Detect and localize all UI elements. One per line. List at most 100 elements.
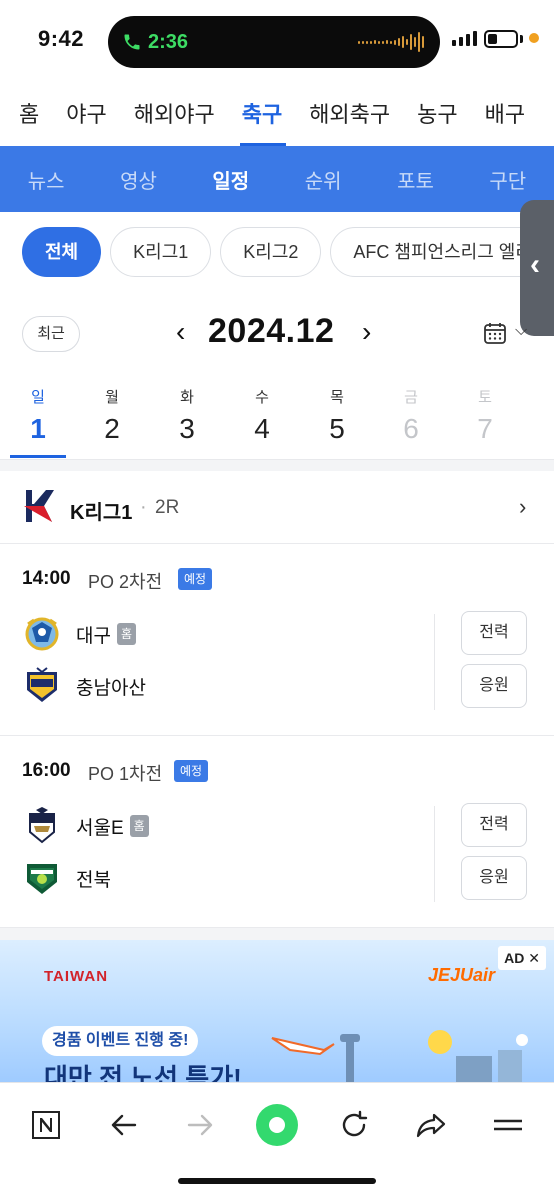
- match-time: 14:00: [22, 568, 71, 589]
- side-panel-handle[interactable]: ‹: [520, 200, 554, 336]
- match-card[interactable]: 14:00 PO 2차전 예정 대구 홈 충남아산 전력 응원: [0, 544, 554, 736]
- day-date: 4: [254, 413, 270, 444]
- cheer-button[interactable]: 응원: [461, 856, 527, 900]
- chevron-right-icon: ›: [519, 494, 527, 519]
- home-team[interactable]: 대구 홈: [22, 614, 137, 654]
- league-round: 2R: [155, 497, 180, 518]
- day-name: 화: [180, 389, 194, 406]
- match-time: 16:00: [22, 760, 71, 781]
- day-2[interactable]: 월2: [84, 386, 140, 445]
- chip-k-league-2[interactable]: K리그2: [220, 227, 322, 277]
- day-name: 월: [105, 389, 119, 406]
- section-divider: [0, 928, 554, 940]
- away-team[interactable]: 충남아산: [22, 666, 146, 706]
- privacy-indicator-icon: [529, 33, 539, 43]
- ad-brand-jejuair: JEJUair: [428, 965, 496, 985]
- day-4[interactable]: 수4: [234, 386, 290, 445]
- section-divider: [0, 459, 554, 471]
- status-time: 9:42: [38, 26, 85, 51]
- menu-icon[interactable]: [486, 1103, 530, 1147]
- prev-month-icon[interactable]: ‹: [176, 316, 185, 348]
- tab-world-baseball[interactable]: 해외야구: [115, 84, 215, 146]
- league-header[interactable]: K리그1 · 2R ›: [0, 472, 554, 544]
- ad-banner[interactable]: AD ✕ TAIWAN JEJUair 경품 이벤트 진행 중! 대만 전 노선…: [0, 940, 554, 1082]
- tab-home[interactable]: 홈: [0, 84, 39, 146]
- tab-basketball[interactable]: 농구: [398, 84, 457, 146]
- status-bar: 9:42 2:36: [0, 0, 554, 84]
- chip-all[interactable]: 전체: [22, 227, 102, 277]
- divider: [434, 806, 435, 902]
- day-name: 일: [31, 389, 45, 406]
- day-name: 목: [330, 389, 344, 406]
- subnav-clubs[interactable]: 구단: [489, 165, 526, 194]
- selected-day-indicator: [10, 455, 66, 458]
- dynamic-island[interactable]: 2:36: [108, 16, 440, 68]
- subnav-schedule[interactable]: 일정: [212, 165, 249, 194]
- home-team[interactable]: 서울E 홈: [22, 806, 149, 846]
- calendar-icon[interactable]: [483, 321, 507, 345]
- tab-world-football[interactable]: 해외축구: [290, 84, 390, 146]
- away-team[interactable]: 전북: [22, 858, 111, 898]
- recent-button[interactable]: 최근: [22, 316, 80, 352]
- chevron-down-icon[interactable]: ⌵: [515, 322, 527, 340]
- chip-k-league-1[interactable]: K리그1: [110, 227, 212, 277]
- day-date: 3: [179, 413, 195, 444]
- day-3[interactable]: 화3: [159, 386, 215, 445]
- analysis-button[interactable]: 전력: [461, 803, 527, 847]
- jeonbuk-logo-icon: [27, 864, 57, 894]
- call-timer: 2:36: [148, 30, 189, 53]
- ad-brand-taiwan: TAIWAN: [44, 968, 109, 985]
- match-card[interactable]: 16:00 PO 1차전 예정 서울E 홈 전북 전력 응원: [0, 736, 554, 928]
- battery-icon: [484, 30, 518, 48]
- audio-wave-icon: [358, 32, 424, 52]
- daegu-fc-logo-icon: [25, 617, 59, 651]
- team-name: 서울E: [76, 817, 124, 839]
- match-stage: PO 1차전: [88, 764, 163, 784]
- analysis-button[interactable]: 전력: [461, 611, 527, 655]
- subnav-news[interactable]: 뉴스: [28, 165, 65, 194]
- home-badge: 홈: [116, 623, 137, 645]
- call-indicator: 2:36: [122, 27, 188, 57]
- day-7[interactable]: 토7: [457, 386, 513, 445]
- cheer-button[interactable]: 응원: [461, 664, 527, 708]
- day-5[interactable]: 목5: [309, 386, 365, 445]
- ad-illustration: [271, 1030, 528, 1082]
- day-date: 5: [329, 413, 345, 444]
- status-badge: 예정: [174, 760, 209, 782]
- month-title: 2024.12: [208, 312, 335, 350]
- forward-icon[interactable]: [178, 1103, 222, 1147]
- back-icon[interactable]: [102, 1103, 146, 1147]
- signal-icon: [452, 30, 477, 46]
- ad-headline: 대만 전 노선 특가!: [44, 1063, 242, 1082]
- day-6[interactable]: 금6: [383, 386, 439, 445]
- tab-baseball[interactable]: 야구: [47, 84, 106, 146]
- subnav-video[interactable]: 영상: [120, 165, 157, 194]
- team-name: 대구: [76, 625, 111, 647]
- battery-cap: [520, 35, 523, 43]
- chevron-left-icon: ‹: [530, 248, 540, 281]
- status-badge: 예정: [178, 568, 213, 590]
- ad-promo-pill: 경품 이벤트 진행 중!: [42, 1026, 199, 1056]
- share-icon[interactable]: [409, 1103, 453, 1147]
- separator-dot: ·: [140, 496, 147, 518]
- divider: [434, 614, 435, 710]
- ad-close-button[interactable]: AD ✕: [498, 946, 546, 970]
- day-name: 금: [404, 389, 418, 406]
- home-indicator[interactable]: [178, 1178, 376, 1184]
- subnav-ranking[interactable]: 순위: [305, 165, 342, 194]
- day-1[interactable]: 일1: [10, 386, 66, 445]
- seoul-e-land-logo-icon: [29, 807, 55, 844]
- day-name: 토: [478, 389, 492, 406]
- phone-icon: [124, 34, 140, 50]
- refresh-icon[interactable]: [332, 1103, 376, 1147]
- day-date: 6: [403, 413, 419, 444]
- subnav-photo[interactable]: 포토: [397, 165, 434, 194]
- tab-volleyball[interactable]: 배구: [466, 84, 525, 146]
- next-month-icon[interactable]: ›: [362, 316, 371, 348]
- green-dot-icon[interactable]: [255, 1103, 299, 1147]
- tab-football[interactable]: 축구: [223, 84, 287, 146]
- naver-home-icon[interactable]: [24, 1103, 68, 1147]
- asan-fc-logo-icon: [27, 667, 57, 702]
- day-date: 1: [30, 413, 46, 444]
- week-day-selector: 일1 월2 화3 수4 목5 금6 토7: [0, 386, 520, 460]
